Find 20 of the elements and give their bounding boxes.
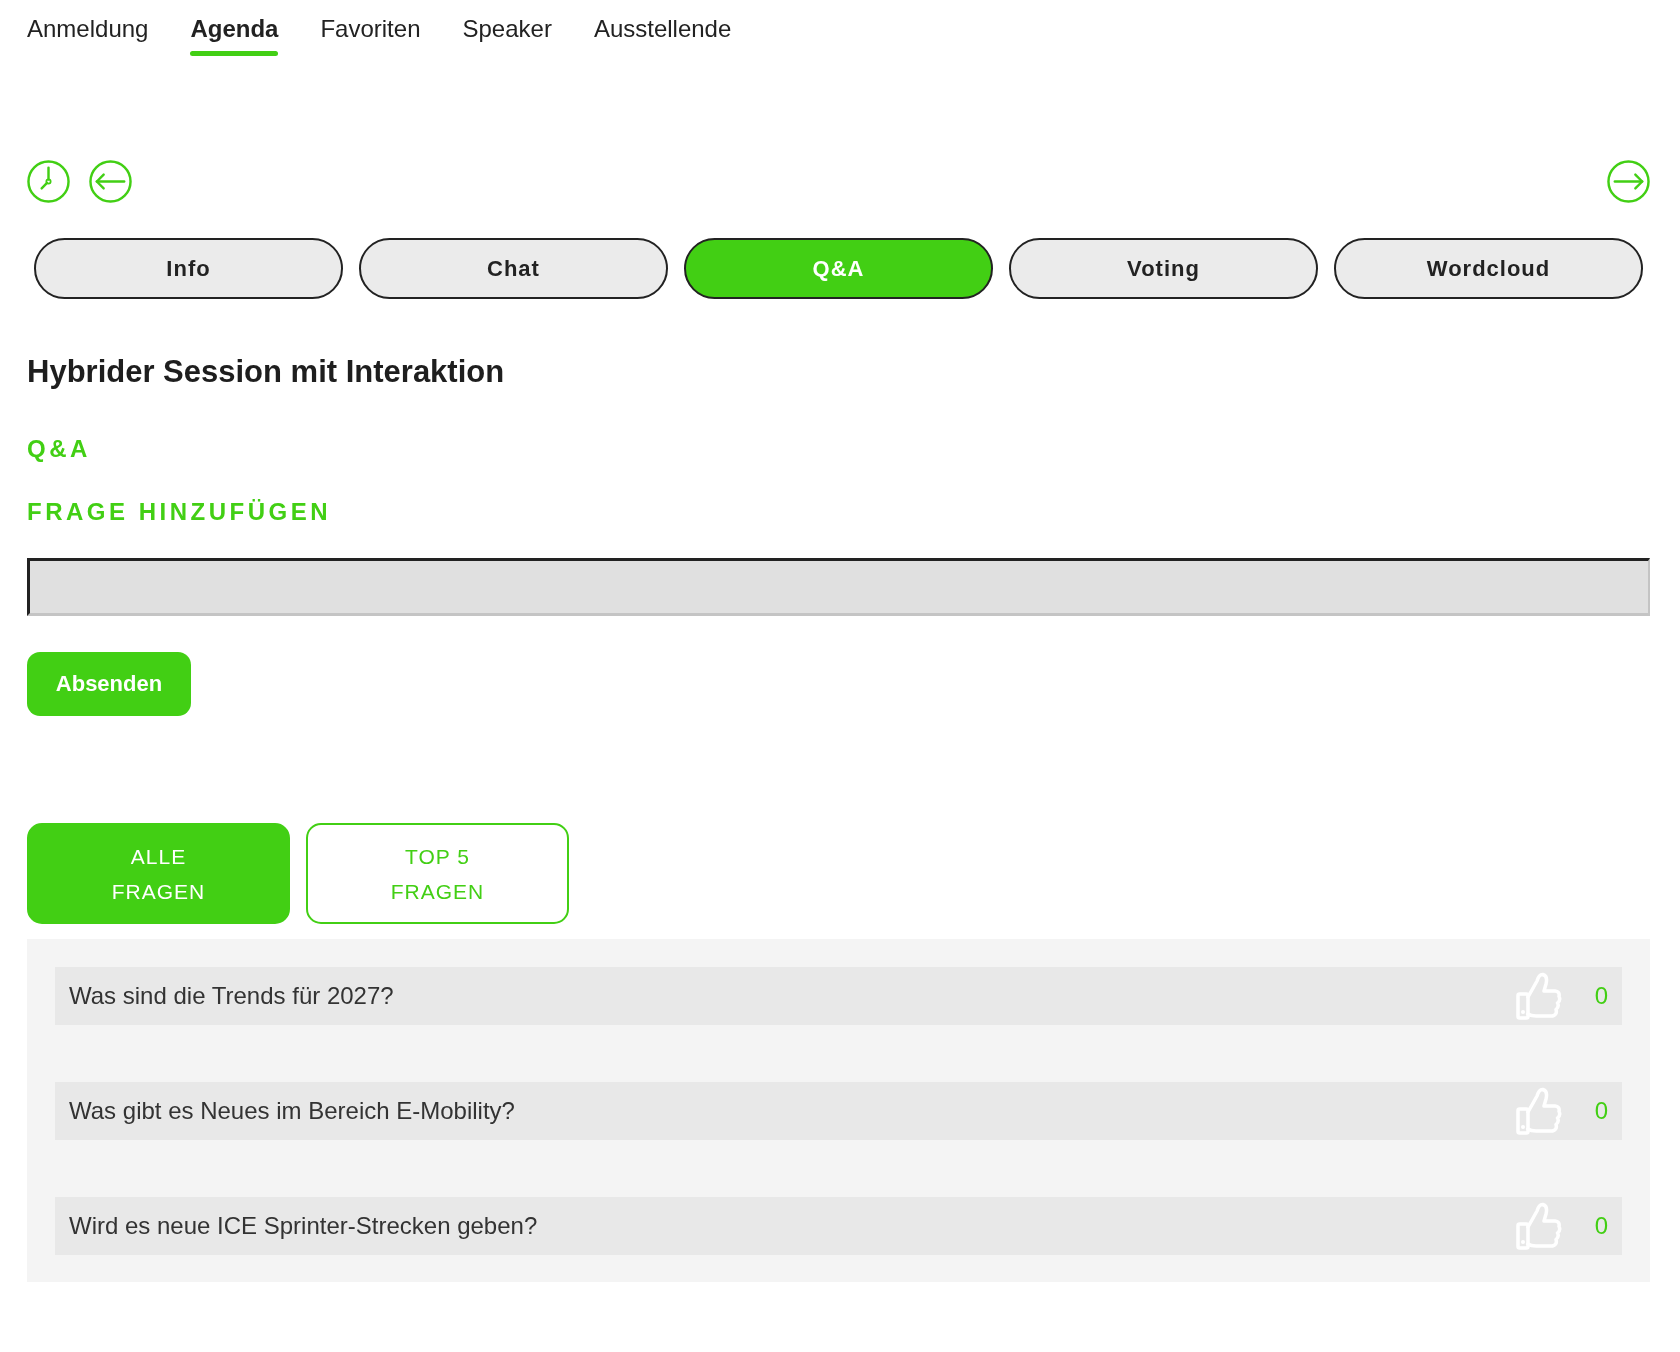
- nav-tab[interactable]: Anmeldung: [19, 0, 157, 56]
- form-heading: FRAGE HINZUFÜGEN: [27, 497, 332, 527]
- vote-count: 0: [1594, 982, 1608, 1010]
- vote-count: 0: [1594, 1097, 1608, 1125]
- session-tab[interactable]: Chat: [359, 238, 668, 299]
- session-tab[interactable]: Info: [34, 238, 343, 299]
- clock-icon[interactable]: [27, 160, 70, 203]
- session-tab[interactable]: Voting: [1009, 238, 1318, 299]
- section-label: Q&A: [27, 434, 92, 464]
- session-title: Hybrider Session mit Interaktion: [27, 353, 506, 391]
- nav-tab[interactable]: Agenda: [182, 0, 287, 56]
- question-input-field[interactable]: [27, 558, 1650, 616]
- question-text: Wird es neue ICE Sprinter-Strecken geben?: [69, 1212, 539, 1240]
- nav-tab[interactable]: Speaker: [454, 0, 560, 56]
- session-tab[interactable]: Wordcloud: [1334, 238, 1643, 299]
- question-text: Was gibt es Neues im Bereich E-Mobility?: [69, 1097, 516, 1125]
- nav-tab[interactable]: Favoriten: [312, 0, 429, 56]
- question-text: Was sind die Trends für 2027?: [69, 982, 395, 1010]
- nav-tab[interactable]: Ausstellende: [585, 0, 740, 56]
- vote-count: 0: [1594, 1212, 1608, 1240]
